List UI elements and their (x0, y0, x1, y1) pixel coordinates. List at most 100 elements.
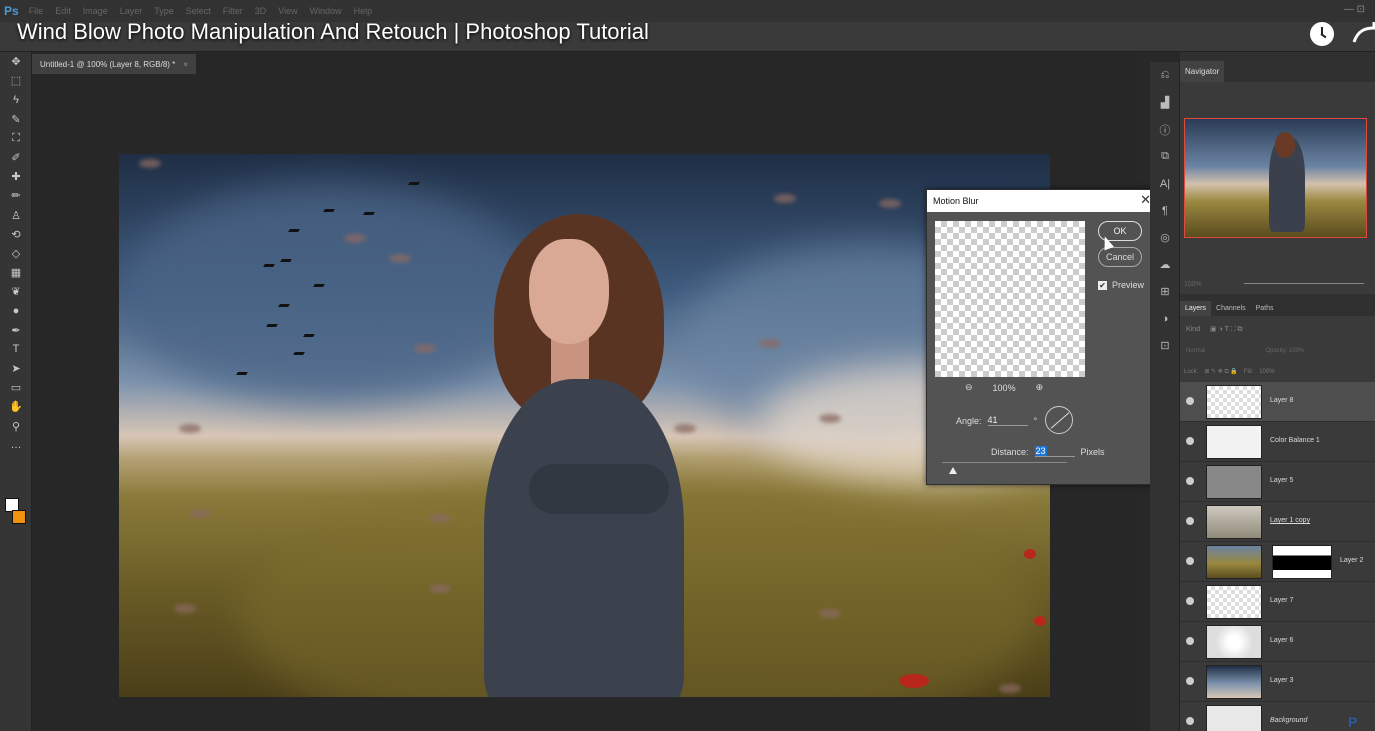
zoom-out-icon[interactable]: ⊖ (965, 382, 973, 393)
menu-help[interactable]: Help (354, 6, 373, 16)
type-tool-icon[interactable]: T (0, 340, 32, 359)
navigator-thumbnail[interactable] (1184, 118, 1367, 238)
eye-visibility-icon[interactable] (1186, 437, 1194, 445)
rectangle-tool-icon[interactable]: ▭ (0, 378, 32, 397)
fill-value[interactable]: 100% (1259, 369, 1274, 375)
preview-toggle[interactable]: ✔ Preview (1098, 280, 1144, 290)
layer-row[interactable]: Layer 3 (1180, 662, 1375, 702)
marquee-tool-icon[interactable]: ⬚ (0, 71, 32, 90)
crop-tool-icon[interactable]: ⛶ (0, 129, 32, 148)
blend-mode-select[interactable]: Normal (1186, 348, 1205, 354)
pen-tool-icon[interactable]: ✒ (0, 321, 32, 340)
layer-thumbnail[interactable] (1206, 705, 1262, 731)
dialog-titlebar[interactable]: Motion Blur ✕ (927, 190, 1157, 212)
eye-visibility-icon[interactable] (1186, 597, 1194, 605)
tab-layers[interactable]: Layers (1180, 301, 1212, 316)
eye-visibility-icon[interactable] (1186, 397, 1194, 405)
styles-icon[interactable]: ◑ (1150, 305, 1180, 332)
window-controls[interactable]: — ⊡ (1344, 4, 1365, 15)
paragraph-icon[interactable]: ¶ (1150, 197, 1180, 224)
angle-dial[interactable] (1045, 406, 1073, 434)
distance-slider-track[interactable] (942, 462, 1067, 463)
layer-thumbnail[interactable] (1206, 585, 1262, 619)
layer-filter-icons[interactable]: ▣ ◑ T ⛶ ⧉ (1210, 325, 1243, 334)
healing-tool-icon[interactable]: ✚ (0, 167, 32, 186)
layer-kind-filter[interactable]: Kind (1186, 326, 1200, 333)
menu-3d[interactable]: 3D (255, 6, 267, 16)
blur-tool-icon[interactable]: ❦ (0, 282, 32, 301)
menu-type[interactable]: Type (154, 6, 174, 16)
layer-name[interactable]: Layer 1 copy (1270, 517, 1310, 524)
hand-tool-icon[interactable]: ✋ (0, 397, 32, 416)
eye-visibility-icon[interactable] (1186, 557, 1194, 565)
menu-filter[interactable]: Filter (223, 6, 243, 16)
gradient-tool-icon[interactable]: ▦ (0, 263, 32, 282)
character-icon[interactable]: A| (1150, 170, 1180, 197)
zoom-tool-icon[interactable]: ⚲ (0, 417, 32, 436)
layer-thumbnail[interactable] (1206, 665, 1262, 699)
share-icon[interactable] (1352, 22, 1375, 46)
eye-visibility-icon[interactable] (1186, 517, 1194, 525)
layer-name[interactable]: Background (1270, 717, 1307, 724)
menu-edit[interactable]: Edit (55, 6, 71, 16)
eye-visibility-icon[interactable] (1186, 637, 1194, 645)
adjustments-icon[interactable]: ☁ (1150, 251, 1180, 278)
layer-row[interactable]: Background (1180, 702, 1375, 731)
eye-visibility-icon[interactable] (1186, 677, 1194, 685)
layer-name[interactable]: Layer 6 (1270, 637, 1293, 644)
move-tool-icon[interactable]: ✥ (0, 52, 32, 71)
more-tools-icon[interactable]: … (0, 436, 32, 455)
layer-name[interactable]: Layer 7 (1270, 597, 1293, 604)
histogram-icon[interactable]: ▟ (1150, 89, 1180, 116)
layer-name[interactable]: Layer 2 (1340, 557, 1363, 564)
angle-input[interactable]: 41 (987, 415, 1028, 426)
lock-icons[interactable]: ⊠ ✎ ✥ ⧉ 🔒 (1204, 368, 1238, 376)
layer-row[interactable]: Layer 6 (1180, 622, 1375, 662)
path-select-tool-icon[interactable]: ➤ (0, 359, 32, 378)
swatches-icon[interactable]: ◎ (1150, 224, 1180, 251)
zoom-in-icon[interactable]: ⊕ (1036, 382, 1044, 393)
layer-name[interactable]: Layer 8 (1270, 397, 1293, 404)
layer-row[interactable]: Layer 1 copy (1180, 502, 1375, 542)
tab-close-icon[interactable]: × (183, 60, 188, 69)
menu-file[interactable]: File (29, 6, 44, 16)
menu-view[interactable]: View (278, 6, 297, 16)
eyedropper-tool-icon[interactable]: ✐ (0, 148, 32, 167)
layer-thumbnail[interactable] (1206, 465, 1262, 499)
preview-checkbox[interactable]: ✔ (1098, 280, 1107, 290)
tab-paths[interactable]: Paths (1251, 301, 1279, 316)
dodge-tool-icon[interactable]: ● (0, 301, 32, 320)
clone-stamp-tool-icon[interactable]: ♙ (0, 206, 32, 225)
menu-image[interactable]: Image (83, 6, 108, 16)
history-icon[interactable]: ⎌ (1150, 62, 1180, 89)
eraser-tool-icon[interactable]: ◇ (0, 244, 32, 263)
layer-thumbnail[interactable] (1206, 425, 1262, 459)
history-brush-tool-icon[interactable]: ⟲ (0, 225, 32, 244)
menu-window[interactable]: Window (310, 6, 342, 16)
layer-thumbnail[interactable] (1206, 385, 1262, 419)
opacity-value[interactable]: 100% (1289, 348, 1304, 354)
menu-layer[interactable]: Layer (120, 6, 143, 16)
eye-visibility-icon[interactable] (1186, 477, 1194, 485)
layer-thumbnail[interactable] (1206, 625, 1262, 659)
distance-slider-thumb[interactable] (949, 467, 957, 474)
layer-thumbnail[interactable] (1206, 545, 1262, 579)
layer-name[interactable]: Layer 3 (1270, 677, 1293, 684)
properties-icon[interactable]: ⊡ (1150, 332, 1180, 359)
blur-preview-area[interactable] (935, 221, 1085, 377)
tab-navigator[interactable]: Navigator (1180, 61, 1225, 82)
layer-row[interactable]: Layer 8 (1180, 382, 1375, 422)
lasso-tool-icon[interactable]: ϟ (0, 90, 32, 109)
watch-later-icon[interactable] (1310, 22, 1334, 46)
layer-row[interactable]: Layer 5 (1180, 462, 1375, 502)
document-canvas[interactable] (119, 154, 1050, 697)
libraries-icon[interactable]: ⊞ (1150, 278, 1180, 305)
document-tab[interactable]: Untitled-1 @ 100% (Layer 8, RGB/8) * × (32, 54, 196, 74)
distance-input[interactable]: 23 (1034, 446, 1075, 457)
layer-name[interactable]: Color Balance 1 (1270, 437, 1320, 444)
layer-mask-thumbnail[interactable] (1272, 545, 1332, 579)
layer-row[interactable]: Layer 2 (1180, 542, 1375, 582)
layer-thumbnail[interactable] (1206, 505, 1262, 539)
tab-channels[interactable]: Channels (1211, 301, 1251, 316)
clone-source-icon[interactable]: ⧉ (1150, 143, 1180, 170)
